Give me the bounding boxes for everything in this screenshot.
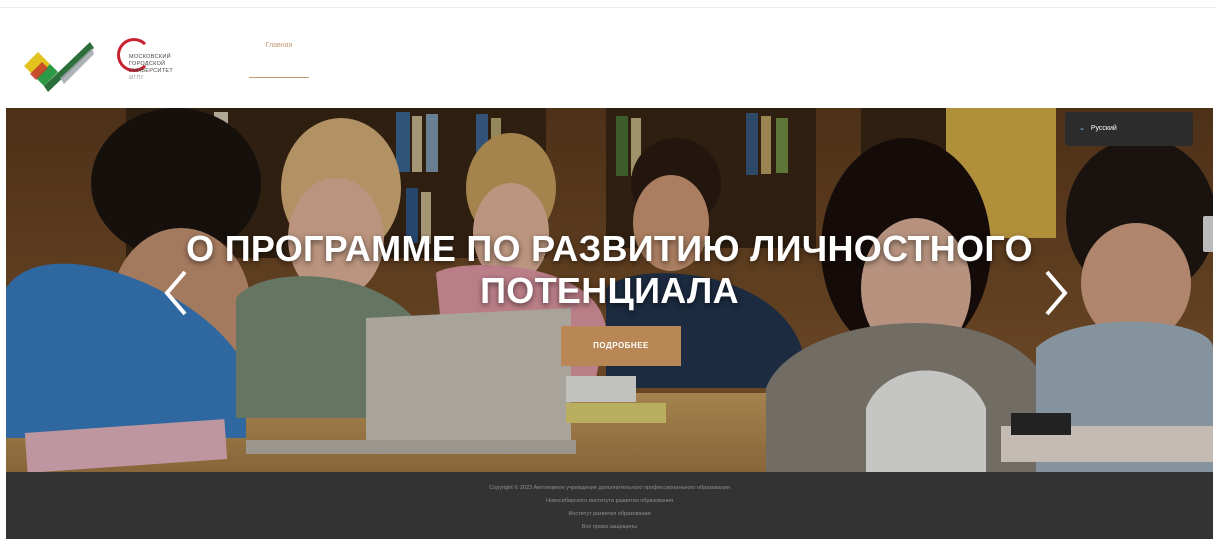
chevron-down-icon: ⌄ [1079, 125, 1085, 132]
footer-line-3: Институт развития образования [568, 511, 651, 517]
language-label: Русский [1090, 125, 1117, 132]
footer-line-4: Все права защищены [581, 524, 638, 530]
logo-line-2: ГОРОДСКОЙ [129, 61, 166, 67]
nav-item-home[interactable]: Главная [249, 36, 309, 78]
footer-line-1: Copyright © 2023 Автономное учреждение д… [489, 485, 730, 491]
university-logo[interactable]: МОСКОВСКИЙ ГОРОДСКОЙ УНИВЕРСИТЕТ МГПУ [117, 36, 207, 100]
project-logo[interactable] [20, 38, 96, 98]
site-header: МОСКОВСКИЙ ГОРОДСКОЙ УНИВЕРСИТЕТ МГПУ Гл… [0, 8, 1216, 108]
footer-line-2: Новосибирского института развития образо… [545, 498, 674, 504]
logo-city: МГПУ [129, 75, 144, 81]
language-selector[interactable]: ⌄ Русский [1065, 112, 1193, 146]
site-footer: Copyright © 2023 Автономное учреждение д… [6, 472, 1213, 539]
hero-title-line-1: О ПРОГРАММЕ ПО РАЗВИТИЮ ЛИЧНОСТНОГО [186, 228, 1033, 269]
chevron-left-icon [164, 270, 187, 316]
logo-line-3: УНИВЕРСИТЕТ [129, 68, 173, 74]
checkmark-leaf-logo-icon [24, 42, 94, 92]
hero-carousel: ⌄ Русский О ПРОГРАММЕ ПО РАЗВИТИЮ ЛИЧНОС… [6, 108, 1213, 472]
carousel-prev-button[interactable] [161, 268, 191, 318]
more-button[interactable]: ПОДРОБНЕЕ [561, 326, 681, 366]
logo-line-1: МОСКОВСКИЙ [129, 54, 171, 60]
carousel-next-button[interactable] [1041, 268, 1071, 318]
chevron-right-icon [1045, 270, 1068, 316]
